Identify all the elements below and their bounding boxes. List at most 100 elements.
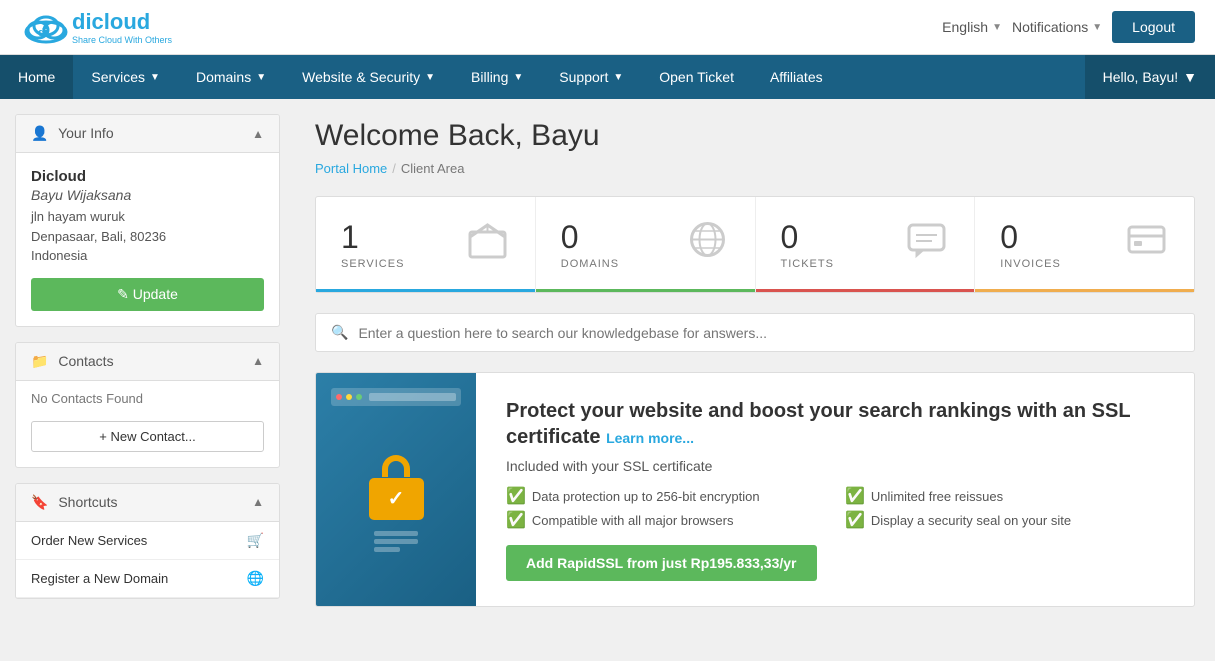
ssl-url-bar (369, 393, 456, 401)
nav-item-website-security[interactable]: Website & Security ▼ (284, 55, 453, 99)
notifications-button[interactable]: Notifications ▼ (1012, 19, 1102, 35)
nav-item-home[interactable]: Home (0, 55, 73, 99)
ssl-feature-4: ✅ Display a security seal on your site (845, 510, 1164, 530)
stat-invoices: 0 INVOICES (975, 197, 1194, 292)
contacts-icon: 📁 (31, 353, 48, 369)
nav-affiliates-label: Affiliates (770, 69, 823, 85)
ssl-title: Protect your website and boost your sear… (506, 398, 1164, 450)
address-line2: Denpasaar, Bali, 80236 (31, 227, 264, 247)
your-info-header: 👤 Your Info ▲ (16, 115, 279, 153)
your-info-content: Dicloud Bayu Wijaksana jln hayam wuruk D… (16, 153, 279, 326)
stat-invoices-num: 0 (1000, 219, 1061, 256)
ssl-check-icon-2: ✅ (506, 510, 526, 530)
nav-item-domains[interactable]: Domains ▼ (178, 55, 284, 99)
language-button[interactable]: English ▼ (942, 19, 1002, 35)
website-security-arrow-icon: ▼ (425, 72, 435, 83)
ssl-banner: ✓ Protect your website and boost your se… (315, 372, 1195, 607)
new-contact-button[interactable]: + New Contact... (31, 421, 264, 452)
top-bar: di dicloud Share Cloud With Others Engli… (0, 0, 1215, 55)
contacts-header: 📁 Contacts ▲ (16, 343, 279, 381)
update-button[interactable]: ✎ Update (31, 278, 264, 311)
language-label: English (942, 19, 988, 35)
nav-item-support[interactable]: Support ▼ (541, 55, 641, 99)
shortcut-order-services[interactable]: Order New Services 🛒 (16, 522, 279, 560)
stat-domains-bar (536, 289, 755, 292)
ssl-dot-red (336, 394, 342, 400)
invoices-card-icon (1124, 217, 1169, 272)
search-bar: 🔍 (315, 313, 1195, 352)
stat-services-label: SERVICES (341, 258, 404, 270)
address-line1: jln hayam wuruk (31, 207, 264, 227)
logo-text: dicloud (72, 9, 150, 34)
search-input[interactable] (358, 325, 1179, 341)
tickets-chat-icon (904, 217, 949, 272)
no-contacts-label: No Contacts Found (16, 381, 279, 416)
nav-bar: Home Services ▼ Domains ▼ Website & Secu… (0, 55, 1215, 99)
breadcrumb: Portal Home / Client Area (315, 161, 1195, 176)
breadcrumb-client-area: Client Area (401, 161, 465, 176)
nav-hello-label: Hello, Bayu! (1103, 69, 1178, 85)
ssl-features: ✅ Data protection up to 256-bit encrypti… (506, 486, 1164, 530)
nav-item-affiliates[interactable]: Affiliates (752, 55, 841, 99)
ssl-learn-more-link[interactable]: Learn more... (606, 430, 694, 446)
ssl-feature-3-label: Unlimited free reissues (871, 489, 1003, 504)
ssl-content: Protect your website and boost your sear… (476, 373, 1194, 606)
nav-home-label: Home (18, 69, 55, 85)
ssl-check-icon-3: ✅ (845, 486, 865, 506)
ssl-cta-button[interactable]: Add RapidSSL from just Rp195.833,33/yr (506, 545, 817, 581)
domains-arrow-icon: ▼ (256, 72, 266, 83)
notifications-label: Notifications (1012, 19, 1088, 35)
logout-button[interactable]: Logout (1112, 11, 1195, 43)
stats-row: 1 SERVICES 0 DOMAINS (315, 196, 1195, 293)
your-info-section: 👤 Your Info ▲ Dicloud Bayu Wijaksana jln… (15, 114, 280, 327)
ssl-lock-icon: ✓ (369, 455, 424, 520)
stat-services-bar (316, 289, 535, 292)
breadcrumb-portal-home[interactable]: Portal Home (315, 161, 387, 176)
ssl-checkmark-icon: ✓ (388, 486, 405, 511)
notifications-arrow-icon: ▼ (1092, 22, 1102, 33)
globe-icon: 🌐 (247, 570, 264, 587)
user-company: Dicloud (31, 168, 264, 185)
nav-support-label: Support (559, 69, 608, 85)
shortcuts-section: 🔖 Shortcuts ▲ Order New Services 🛒 Regis… (15, 483, 280, 599)
nav-billing-label: Billing (471, 69, 508, 85)
user-address: jln hayam wuruk Denpasaar, Bali, 80236 I… (31, 207, 264, 266)
contacts-title: Contacts (58, 353, 113, 369)
nav-hello[interactable]: Hello, Bayu! ▼ (1085, 55, 1215, 99)
ssl-included-label: Included with your SSL certificate (506, 458, 1164, 474)
ssl-feature-2-label: Compatible with all major browsers (532, 513, 734, 528)
ssl-decorative-lines (374, 528, 418, 555)
services-box-icon (465, 217, 510, 272)
ssl-dot-green (356, 394, 362, 400)
stat-invoices-label: INVOICES (1000, 258, 1061, 270)
cart-icon: 🛒 (247, 532, 264, 549)
stat-tickets-bar (756, 289, 975, 292)
main-content: Welcome Back, Bayu Portal Home / Client … (295, 99, 1215, 640)
ssl-check-icon-1: ✅ (506, 486, 526, 506)
ssl-line-3 (374, 547, 400, 552)
user-name: Bayu Wijaksana (31, 187, 264, 203)
nav-domains-label: Domains (196, 69, 251, 85)
shortcut-register-domain[interactable]: Register a New Domain 🌐 (16, 560, 279, 598)
ssl-feature-3: ✅ Unlimited free reissues (845, 486, 1164, 506)
your-info-chevron-icon: ▲ (252, 127, 264, 141)
shortcuts-chevron-icon: ▲ (252, 495, 264, 509)
ssl-image: ✓ (316, 373, 476, 606)
billing-arrow-icon: ▼ (513, 72, 523, 83)
user-icon: 👤 (31, 125, 48, 141)
ssl-line-1 (374, 531, 418, 536)
logo-tagline: Share Cloud With Others (72, 35, 172, 45)
ssl-dot-yellow (346, 394, 352, 400)
shortcuts-list: Order New Services 🛒 Register a New Doma… (16, 522, 279, 598)
nav-services-label: Services (91, 69, 145, 85)
stat-invoices-bar (975, 289, 1194, 292)
nav-item-open-ticket[interactable]: Open Ticket (641, 55, 752, 99)
nav-item-billing[interactable]: Billing ▼ (453, 55, 541, 99)
nav-item-services[interactable]: Services ▼ (73, 55, 178, 99)
top-right: English ▼ Notifications ▼ Logout (942, 11, 1195, 43)
ssl-feature-4-label: Display a security seal on your site (871, 513, 1071, 528)
stat-tickets: 0 TICKETS (756, 197, 976, 292)
hello-arrow-icon: ▼ (1183, 69, 1197, 85)
stat-domains: 0 DOMAINS (536, 197, 756, 292)
ssl-lock-body: ✓ (369, 478, 424, 520)
